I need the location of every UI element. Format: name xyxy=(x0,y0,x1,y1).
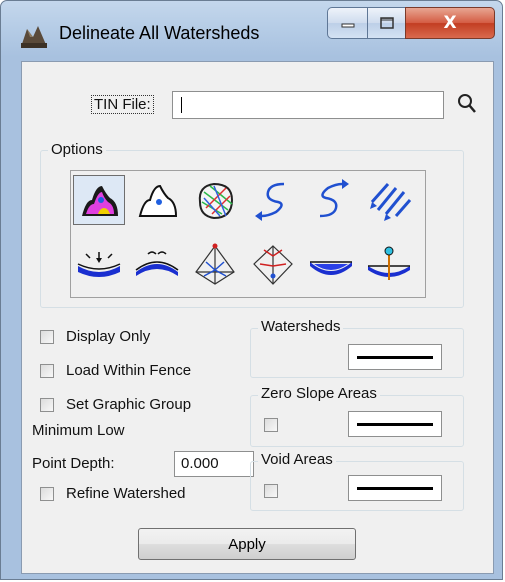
flow-arrows-tool[interactable] xyxy=(363,175,415,225)
point-depth-label: Point Depth: xyxy=(32,455,115,472)
zero-slope-line-style[interactable] xyxy=(348,411,442,437)
zero-slope-checkbox[interactable] xyxy=(264,418,278,432)
display-only-row[interactable]: Display Only xyxy=(40,328,150,345)
maximize-icon xyxy=(379,17,394,29)
high-point-tool[interactable] xyxy=(131,239,183,289)
refine-watershed-row[interactable]: Refine Watershed xyxy=(40,485,186,502)
watersheds-legend: Watersheds xyxy=(258,318,344,335)
window-controls: X xyxy=(327,7,497,41)
maximize-button[interactable] xyxy=(367,7,405,39)
drain-depth-icon xyxy=(368,246,410,280)
load-within-fence-label: Load Within Fence xyxy=(66,362,192,379)
minimize-icon xyxy=(341,23,354,28)
pond-tool[interactable] xyxy=(305,239,357,289)
delineate-watershed-icon xyxy=(138,184,178,217)
zero-slope-legend: Zero Slope Areas xyxy=(258,385,380,402)
options-legend: Options xyxy=(48,141,106,158)
delineate-watershed-tool[interactable] xyxy=(131,175,183,225)
watershed-app-icon xyxy=(21,26,47,48)
low-point-tool[interactable] xyxy=(73,239,125,289)
contour-watershed-tool[interactable] xyxy=(189,175,241,225)
set-graphic-group-row[interactable]: Set Graphic Group xyxy=(40,396,191,413)
trace-flow-path-icon xyxy=(255,182,285,221)
void-areas-line-style[interactable] xyxy=(348,475,442,501)
trace-upstream-tool[interactable] xyxy=(305,175,357,225)
dialog-window: Delineate All Watersheds X TIN File: Opt… xyxy=(0,0,503,580)
set-graphic-group-label: Set Graphic Group xyxy=(66,396,192,413)
close-button[interactable]: X xyxy=(405,7,495,39)
refine-watershed-checkbox[interactable] xyxy=(40,486,54,501)
delineate-all-watersheds-icon xyxy=(82,186,118,216)
close-icon: X xyxy=(443,13,457,33)
window-title: Delineate All Watersheds xyxy=(59,23,260,43)
drainage-lines-icon xyxy=(253,245,293,285)
dialog-client-area: TIN File: Options Display Only Load With… xyxy=(21,61,494,574)
trace-upstream-icon xyxy=(319,179,349,218)
display-only-checkbox[interactable] xyxy=(40,329,54,344)
void-areas-legend: Void Areas xyxy=(258,451,336,468)
magnifier-icon[interactable] xyxy=(456,92,478,116)
refine-watershed-label: Refine Watershed xyxy=(66,485,186,502)
tool-palette xyxy=(70,170,426,298)
tin-file-label: TIN File: xyxy=(91,95,154,114)
low-point-icon xyxy=(77,252,121,277)
ridge-lines-tool[interactable] xyxy=(189,239,241,289)
tin-file-input[interactable] xyxy=(172,91,444,119)
ridge-lines-icon xyxy=(195,243,235,285)
point-depth-input[interactable]: 0.000 xyxy=(174,451,254,477)
flow-arrows-icon xyxy=(370,183,412,221)
drainage-lines-tool[interactable] xyxy=(247,239,299,289)
minimize-button[interactable] xyxy=(327,7,367,39)
apply-button[interactable]: Apply xyxy=(138,528,356,560)
watersheds-line-style[interactable] xyxy=(348,344,442,370)
void-areas-checkbox[interactable] xyxy=(264,484,278,498)
high-point-icon xyxy=(135,251,179,276)
pond-icon xyxy=(310,261,352,275)
minimum-low-label: Minimum Low xyxy=(32,422,125,439)
delineate-all-watersheds-tool[interactable] xyxy=(73,175,125,225)
trace-flow-path-tool[interactable] xyxy=(247,175,299,225)
load-within-fence-checkbox[interactable] xyxy=(40,363,54,378)
display-only-label: Display Only xyxy=(66,328,151,345)
set-graphic-group-checkbox[interactable] xyxy=(40,397,54,412)
drain-depth-tool[interactable] xyxy=(363,239,415,289)
load-within-fence-row[interactable]: Load Within Fence xyxy=(40,362,191,379)
contour-watershed-icon xyxy=(198,182,234,220)
